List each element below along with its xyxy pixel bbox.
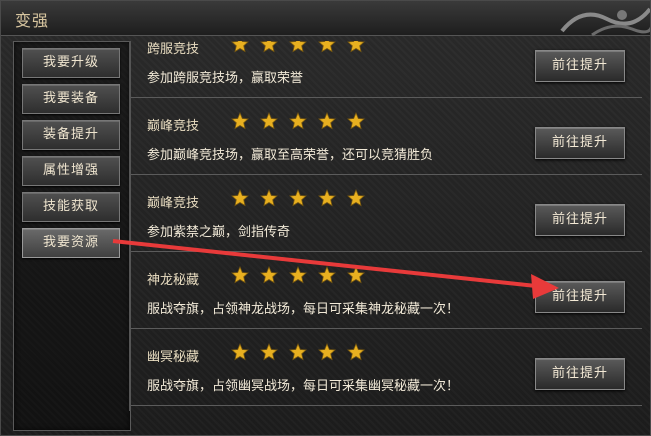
- item-title: 巅峰竞技: [147, 196, 200, 211]
- star-icon: [347, 343, 365, 361]
- star-icon: [231, 112, 249, 130]
- star-icon: [318, 343, 336, 361]
- list-item: 巅峰竞技参加紫禁之巅，剑指传奇 前往提升: [131, 175, 642, 252]
- go-improve-button[interactable]: 前往提升: [535, 127, 625, 159]
- star-icon: [318, 266, 336, 284]
- window-title: 变强: [15, 11, 50, 30]
- star-icon: [260, 266, 278, 284]
- list-item: 巅峰竞技参加巅峰竞技场，赢取至高荣誉，还可以竞猜胜负 前往提升: [131, 98, 642, 175]
- star-icon: [318, 112, 336, 130]
- sidebar-item-2[interactable]: 我要装备: [22, 84, 120, 114]
- star-icon: [347, 189, 365, 207]
- sidebar-item-1[interactable]: 我要升级: [22, 48, 120, 78]
- list-item: 跨服竞技参加跨服竞技场，赢取荣誉 前往提升: [131, 41, 642, 98]
- star-icon: [260, 343, 278, 361]
- star-icon: [260, 41, 278, 53]
- star-icon: [347, 266, 365, 284]
- sidebar: 我要升级我要装备装备提升属性增强技能获取我要资源: [13, 41, 131, 431]
- sidebar-item-6[interactable]: 我要资源: [22, 228, 120, 258]
- item-title: 跨服竞技: [147, 42, 200, 57]
- title-bar: 变强: [1, 1, 650, 37]
- go-improve-button[interactable]: 前往提升: [535, 204, 625, 236]
- star-icon: [318, 189, 336, 207]
- star-icon: [347, 112, 365, 130]
- star-icon: [289, 189, 307, 207]
- item-description: 服战夺旗，占领神龙战场，每日可采集神龙秘藏一次！: [147, 302, 460, 317]
- item-description: 参加跨服竞技场，赢取荣誉: [147, 71, 304, 86]
- sidebar-item-4[interactable]: 属性增强: [22, 156, 120, 186]
- star-icon: [318, 41, 336, 53]
- list-item: 神龙秘藏服战夺旗，占领神龙战场，每日可采集神龙秘藏一次！ 前往提升: [131, 252, 642, 329]
- item-title: 巅峰竞技: [147, 119, 200, 134]
- item-description: 服战夺旗，占领幽冥战场，每日可采集幽冥秘藏一次！: [147, 379, 460, 394]
- list-item: 幽冥秘藏服战夺旗，占领幽冥战场，每日可采集幽冥秘藏一次！ 前往提升: [131, 329, 642, 406]
- strengthen-window: 变强 我要升级我要装备装备提升属性增强技能获取我要资源 跨服竞技参加跨服竞技场，…: [0, 0, 651, 436]
- item-description: 参加紫禁之巅，剑指传奇: [147, 225, 291, 240]
- star-icon: [260, 189, 278, 207]
- star-icon: [289, 112, 307, 130]
- star-icon: [289, 343, 307, 361]
- sidebar-item-3[interactable]: 装备提升: [22, 120, 120, 150]
- dragon-ornament-icon: [560, 7, 650, 37]
- star-icon: [231, 343, 249, 361]
- star-icon: [289, 41, 307, 53]
- go-improve-button[interactable]: 前往提升: [535, 281, 625, 313]
- star-icon: [231, 266, 249, 284]
- go-improve-button[interactable]: 前往提升: [535, 50, 625, 82]
- item-title: 幽冥秘藏: [147, 350, 200, 365]
- star-icon: [260, 112, 278, 130]
- star-icon: [231, 189, 249, 207]
- item-title: 神龙秘藏: [147, 273, 200, 288]
- item-description: 参加巅峰竞技场，赢取至高荣誉，还可以竞猜胜负: [147, 148, 434, 163]
- content-list: 跨服竞技 参加跨服竞技场，赢取荣誉 前往提升 巅峰竞技 参加巅峰竞技场，赢取至高荣誉，还…: [129, 41, 642, 411]
- star-icon: [347, 41, 365, 53]
- go-improve-button[interactable]: 前往提升: [535, 358, 625, 390]
- star-icon: [289, 266, 307, 284]
- star-icon: [231, 41, 249, 53]
- sidebar-item-5[interactable]: 技能获取: [22, 192, 120, 222]
